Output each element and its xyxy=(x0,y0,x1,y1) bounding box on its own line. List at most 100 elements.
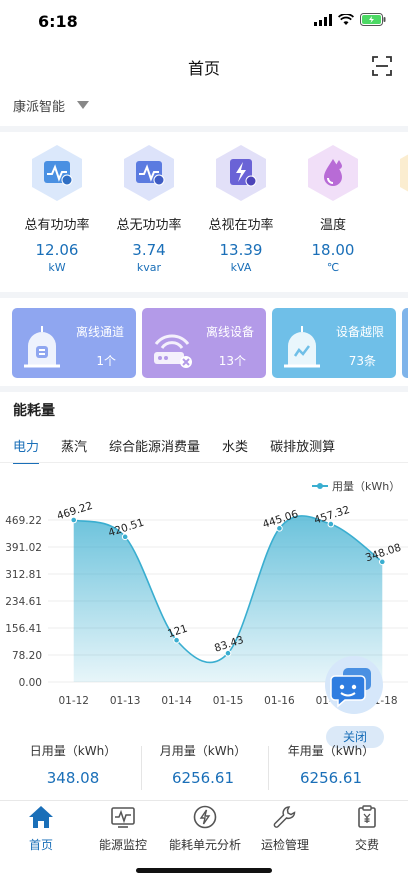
status-icons xyxy=(314,13,386,26)
tab-water[interactable]: 水类 xyxy=(222,436,248,455)
battery-icon xyxy=(360,13,386,26)
legend-label: 用量（kWh） xyxy=(332,480,400,493)
company-selector[interactable]: 康派智能 xyxy=(0,86,408,126)
tabbar-payment[interactable]: 交费 xyxy=(326,805,408,853)
home-icon xyxy=(29,806,53,828)
page-title: 首页 xyxy=(187,59,220,78)
chat-button[interactable] xyxy=(325,656,383,714)
stat-daily: 日用量（kWh） 348.08 xyxy=(10,742,136,787)
metric-reactive-power[interactable]: 总无功功率 3.74 kvar xyxy=(104,144,194,274)
x-tick-label: 01-13 xyxy=(110,695,141,707)
alert-title: 设备越限 xyxy=(335,325,384,339)
tabbar-label: 交费 xyxy=(354,838,379,852)
scan-icon[interactable] xyxy=(372,56,392,76)
tabbar-label: 运检管理 xyxy=(260,838,309,852)
active-power-icon xyxy=(30,144,84,202)
device-overlimit-icon xyxy=(284,326,320,368)
x-tick-label: 01-15 xyxy=(213,695,244,707)
status-bar: 6:18 xyxy=(0,0,408,46)
divider xyxy=(0,462,408,463)
tabbar-maintenance[interactable]: 运检管理 xyxy=(244,805,326,853)
wifi-icon xyxy=(338,13,354,25)
signal-icon xyxy=(314,13,332,26)
alert-card-partial[interactable] xyxy=(402,308,408,378)
tab-total-energy[interactable]: 综合能源消费量 xyxy=(109,436,200,455)
y-tick-label: 391.02 xyxy=(5,542,42,554)
tabbar-label: 能耗单元分析 xyxy=(168,838,241,852)
alert-offline-device[interactable]: 离线设备 13个 xyxy=(142,308,266,378)
usage-stats: 日用量（kWh） 348.08 月用量（kWh） 6256.61 年用量（kWh… xyxy=(0,742,408,800)
x-tick-label: 01-14 xyxy=(161,695,192,707)
metric-unit: kVA xyxy=(230,261,252,274)
offline-channel-icon xyxy=(24,326,60,368)
alert-title: 离线设备 xyxy=(205,325,254,339)
legend-marker xyxy=(317,483,323,489)
alert-title: 离线通道 xyxy=(75,325,124,339)
stat-label: 日用量（kWh） xyxy=(29,744,117,758)
tabbar-analysis[interactable]: 能耗单元分析 xyxy=(164,805,246,853)
metric-label: 温度 xyxy=(319,218,346,233)
energy-section: 能耗量 电力 蒸汽 综合能源消费量 水类 碳排放测算 用量（kWh） 469.22… xyxy=(0,392,408,800)
apparent-power-icon xyxy=(214,144,268,202)
wrench-icon xyxy=(273,806,296,828)
y-tick-label: 234.61 xyxy=(5,596,42,608)
metric-apparent-power[interactable]: 总视在功率 13.39 kVA xyxy=(196,144,286,274)
metric-label: 总有功功率 xyxy=(24,218,90,233)
tabbar-label: 能源监控 xyxy=(98,838,147,852)
metric-temperature[interactable]: 温度 18.00 ℃ xyxy=(288,144,378,274)
energy-tabs: 电力 蒸汽 综合能源消费量 水类 碳排放测算 xyxy=(13,436,357,464)
status-time: 6:18 xyxy=(38,12,78,31)
alert-value: 1个 xyxy=(96,354,116,368)
x-tick-label: 01-12 xyxy=(58,695,89,707)
stat-label: 年用量（kWh） xyxy=(287,744,375,758)
stat-value: 348.08 xyxy=(46,769,100,787)
stat-value: 6256.61 xyxy=(171,769,235,787)
y-tick-label: 156.41 xyxy=(5,623,42,635)
metric-label: 总功 xyxy=(380,214,408,233)
tab-carbon[interactable]: 碳排放测算 xyxy=(270,436,335,455)
metric-value: 3.74 xyxy=(132,241,166,259)
tabbar-home[interactable]: 首页 xyxy=(0,805,82,853)
y-tick-label: 0.00 xyxy=(19,677,42,689)
lightning-icon xyxy=(193,805,217,829)
y-tick-label: 312.81 xyxy=(5,569,42,581)
chat-icon xyxy=(330,668,371,708)
metric-label: 总无功功率 xyxy=(116,218,182,233)
y-tick-label: 469.22 xyxy=(5,515,42,527)
tab-steam[interactable]: 蒸汽 xyxy=(61,436,87,455)
metric-value: 18.00 xyxy=(311,241,355,259)
metric-active-power[interactable]: 总有功功率 12.06 kW xyxy=(12,144,102,274)
power-icon xyxy=(398,144,408,202)
alert-device-overlimit[interactable]: 设备越限 73条 xyxy=(272,308,396,378)
alert-value: 13个 xyxy=(218,354,246,368)
alert-cards: 离线通道 1个 离线设备 13个 设备越限 73条 xyxy=(0,298,408,386)
stat-yearly: 年用量（kWh） 6256.61 xyxy=(268,742,394,787)
caret-down-icon xyxy=(77,101,89,109)
metric-value: 13.39 xyxy=(219,241,263,259)
nav-bar: 首页 xyxy=(0,46,408,86)
offline-device-icon xyxy=(154,334,192,368)
temperature-icon xyxy=(306,144,360,202)
metric-unit: kvar xyxy=(136,261,162,274)
alert-offline-channel[interactable]: 离线通道 1个 xyxy=(12,308,136,378)
stat-monthly: 月用量（kWh） 6256.61 xyxy=(140,742,266,787)
metric-unit: ℃ xyxy=(326,261,340,274)
home-indicator xyxy=(136,868,272,873)
alert-value: 73条 xyxy=(348,354,376,368)
monitor-icon xyxy=(111,807,135,828)
tab-electricity[interactable]: 电力 xyxy=(13,436,40,464)
payment-icon xyxy=(358,805,376,828)
stat-label: 月用量（kWh） xyxy=(159,744,247,758)
metric-total-power[interactable]: 总功 xyxy=(380,144,408,233)
stat-value: 6256.61 xyxy=(299,769,363,787)
y-tick-label: 78.20 xyxy=(12,650,42,662)
metric-value: 12.06 xyxy=(35,241,79,259)
metric-label: 总视在功率 xyxy=(208,218,274,233)
data-label: 121 xyxy=(166,623,189,641)
x-tick-label: 01-16 xyxy=(264,695,295,707)
tabbar-label: 首页 xyxy=(28,838,53,852)
metric-unit: kW xyxy=(48,261,66,274)
reactive-power-icon xyxy=(122,144,176,202)
tabbar-monitor[interactable]: 能源监控 xyxy=(82,805,164,853)
company-name: 康派智能 xyxy=(13,100,66,115)
